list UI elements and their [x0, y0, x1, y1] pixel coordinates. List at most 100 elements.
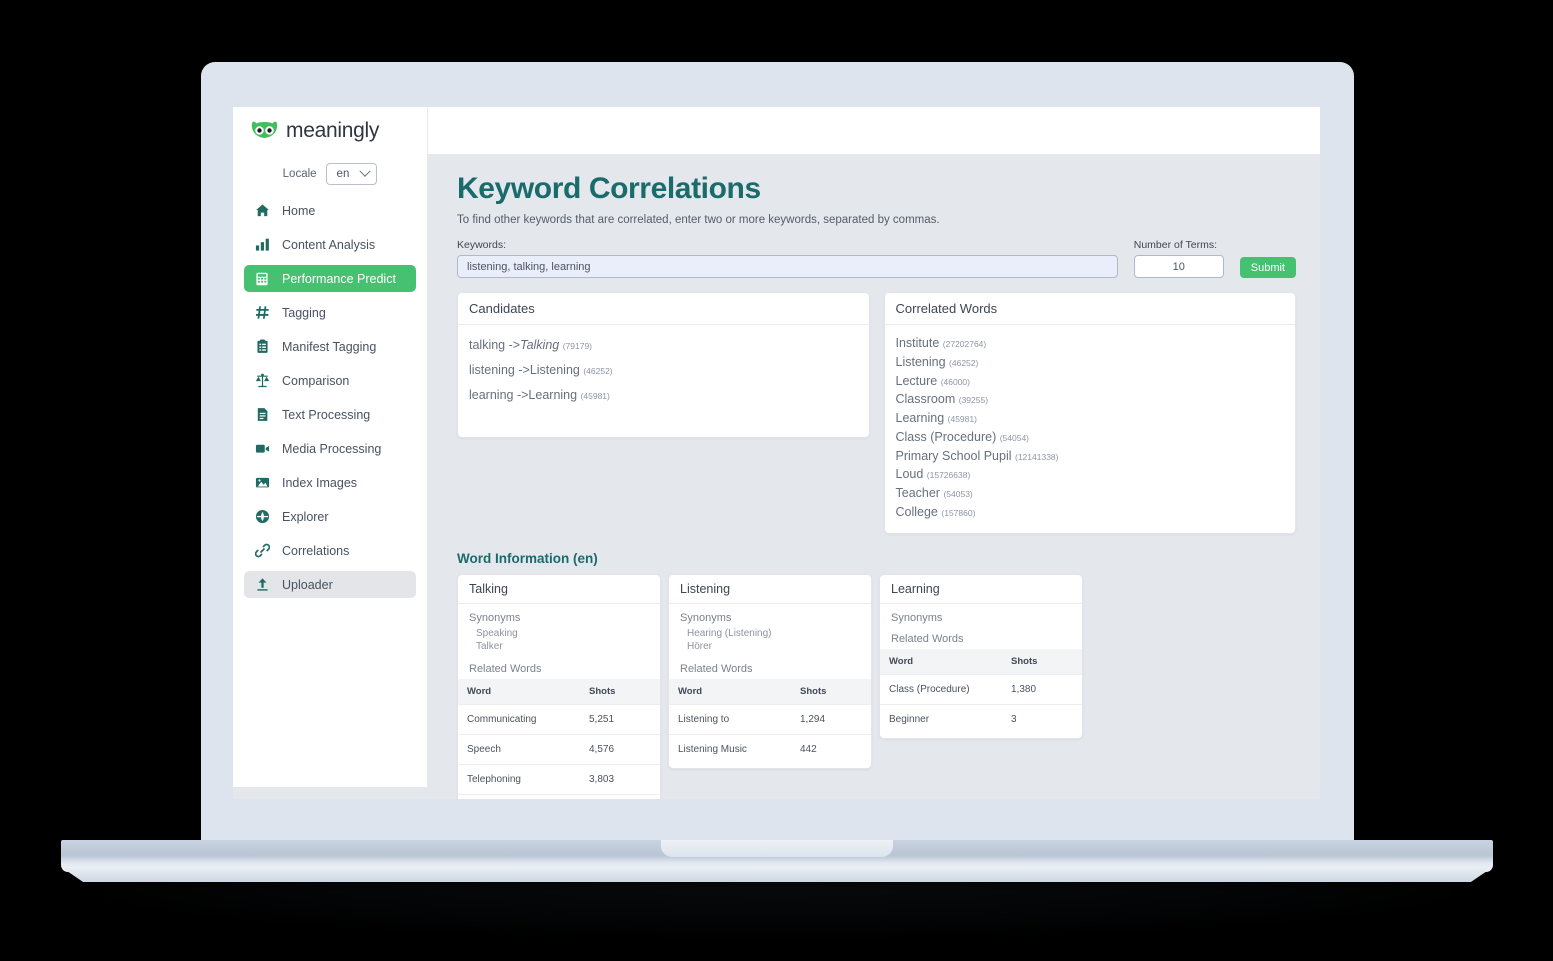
cell-shots: 442 — [791, 733, 871, 764]
correlated-word-item[interactable]: Institute (27202764) — [896, 334, 1285, 353]
related-words-table: Word Shots Communicating 5,251 Speech 4,57… — [458, 678, 660, 799]
cell-shots: 1,294 — [791, 703, 871, 734]
correlated-word-count: (54053) — [943, 489, 973, 499]
laptop-lid: meaningly Locale en Home Content Analysi… — [201, 62, 1354, 844]
owl-icon — [250, 121, 279, 141]
sidebar-item-content-analysis[interactable]: Content Analysis — [244, 231, 416, 258]
candidates-panel: Candidates talking ->Talking (79179) lis… — [457, 292, 870, 439]
locale-select[interactable]: en — [325, 163, 378, 185]
candidate-count: (46252) — [583, 365, 613, 376]
word-card-body: Synonyms Hearing (Listening) Hörer Relat… — [669, 604, 871, 768]
correlated-words-panel: Correlated Words Institute (27202764) Li… — [883, 292, 1296, 534]
table-row: Class (Procedure) 1,380 — [880, 673, 1082, 704]
column-header-word: Word — [458, 678, 580, 704]
sidebar-item-manifest-tagging[interactable]: Manifest Tagging — [244, 333, 416, 360]
related-words-table: Word Shots Class (Procedure) 1,380 Beginn… — [880, 648, 1082, 734]
number-of-terms-input[interactable] — [1133, 255, 1224, 278]
keywords-input[interactable] — [457, 255, 1118, 278]
main-content: Keyword Correlations To find other keywo… — [428, 154, 1320, 799]
app-screen: meaningly Locale en Home Content Analysi… — [233, 107, 1320, 799]
results-panels: Candidates talking ->Talking (79179) lis… — [457, 292, 1296, 534]
synonyms-label: Synonyms — [469, 611, 521, 624]
correlated-word-item[interactable]: Lecture (46000) — [896, 372, 1285, 391]
candidate-source: talking -> — [469, 338, 521, 352]
correlated-word-item[interactable]: Learning (45981) — [896, 409, 1285, 428]
table-row: Beginner 3 — [880, 703, 1082, 734]
sidebar-item-correlations[interactable]: Correlations — [244, 537, 416, 564]
sidebar-item-label: Tagging — [282, 305, 326, 320]
sidebar-item-label: Text Processing — [282, 407, 371, 422]
sidebar-item-comparison[interactable]: Comparison — [244, 367, 416, 394]
correlated-word-count: (54054) — [999, 432, 1030, 443]
table-row: Speech 4,576 — [458, 733, 660, 764]
related-words-label: Related Words — [680, 662, 753, 675]
cell-word: Beginner — [880, 703, 1002, 734]
correlated-word-item[interactable]: College (157860) — [896, 503, 1285, 522]
laptop-mockup: meaningly Locale en Home Content Analysi… — [0, 0, 1553, 961]
table-row: Listening Music 442 — [669, 733, 871, 764]
sidebar-item-label: Uploader — [282, 577, 333, 592]
sidebar-item-label: Home — [282, 203, 316, 218]
sidebar-item-label: Correlations — [282, 543, 350, 558]
correlated-word: Primary School Pupil — [895, 448, 1012, 463]
correlated-word-item[interactable]: Teacher (54053) — [896, 484, 1285, 503]
word-card-title: Listening — [669, 575, 871, 604]
cell-word: Listening Music — [669, 733, 791, 764]
correlated-word-count: (27202764) — [942, 339, 987, 349]
column-header-shots: Shots — [1002, 648, 1082, 674]
correlated-word-item[interactable]: Primary School Pupil (12141338) — [896, 447, 1285, 466]
word-information-cards: Talking Synonyms Speaking Talker Related… — [457, 573, 1296, 799]
sidebar-item-uploader[interactable]: Uploader — [244, 571, 416, 598]
correlated-word-item[interactable]: Listening (46252) — [896, 353, 1285, 372]
candidate-target: Talking — [520, 338, 560, 352]
correlated-word-count: (46252) — [949, 357, 979, 368]
sidebar-item-tagging[interactable]: Tagging — [244, 299, 416, 326]
sidebar: meaningly Locale en Home Content Analysi… — [233, 107, 428, 787]
cell-shots: 4,576 — [580, 733, 660, 764]
word-card-learning: Learning Synonyms Related Words Word Sho… — [879, 573, 1083, 739]
word-information-title: Word Information (en) — [457, 550, 598, 566]
page-title: Keyword Correlations — [457, 172, 761, 205]
synonym-item: Talker — [476, 641, 503, 652]
sidebar-item-home[interactable]: Home — [244, 197, 416, 224]
synonyms-label: Synonyms — [891, 611, 943, 624]
brand[interactable]: meaningly — [244, 107, 416, 154]
correlated-word: Learning — [895, 411, 945, 425]
sidebar-item-explorer[interactable]: Explorer — [244, 503, 416, 530]
correlated-word-item[interactable]: Classroom (39255) — [896, 390, 1285, 409]
correlated-word: Teacher — [895, 486, 940, 500]
column-header-word: Word — [880, 648, 1002, 674]
cell-shots: 1,380 — [1002, 673, 1082, 704]
table-header-row: Word Shots — [669, 678, 871, 704]
candidate-count: (45981) — [580, 390, 610, 401]
related-words-label: Related Words — [469, 662, 542, 675]
sidebar-item-index-images[interactable]: Index Images — [244, 469, 416, 496]
candidate-item[interactable]: talking ->Talking (79179) — [469, 334, 858, 359]
sidebar-item-media-processing[interactable]: Media Processing — [244, 435, 416, 462]
page-subtitle: To find other keywords that are correlat… — [457, 214, 940, 226]
locale-row: Locale en — [244, 163, 416, 185]
submit-button[interactable]: Submit — [1239, 257, 1296, 278]
column-header-word: Word — [669, 678, 791, 704]
correlated-word-item[interactable]: Loud (15726638) — [896, 465, 1285, 484]
word-card-body: Synonyms Speaking Talker Related Words W… — [458, 604, 660, 799]
table-row: Listening to 1,294 — [669, 703, 871, 734]
locale-label: Locale — [282, 168, 317, 180]
cell-word: Speech — [458, 733, 580, 764]
terms-label: Number of Terms: — [1133, 239, 1217, 251]
scales-icon — [254, 373, 270, 389]
candidate-item[interactable]: listening ->Listening (46252) — [469, 359, 858, 384]
sidebar-item-text-processing[interactable]: Text Processing — [244, 401, 416, 428]
correlated-word-item[interactable]: Class (Procedure) (54054) — [896, 428, 1285, 447]
sidebar-item-performance-predict[interactable]: Performance Predict — [244, 265, 416, 292]
cell-word: Class (Procedure) — [880, 673, 1002, 704]
correlated-words-title: Correlated Words — [884, 293, 1295, 325]
synonyms-label: Synonyms — [680, 611, 732, 624]
candidate-item[interactable]: learning ->Learning (45981) — [469, 384, 858, 409]
correlated-word-count: (45981) — [947, 414, 977, 424]
candidate-target: Listening — [529, 362, 580, 377]
synonym-item: Hörer — [687, 641, 713, 652]
word-card-title: Talking — [458, 575, 660, 604]
synonym-item: Hearing (Listening) — [687, 627, 772, 639]
correlated-word-count: (12141338) — [1015, 451, 1059, 462]
